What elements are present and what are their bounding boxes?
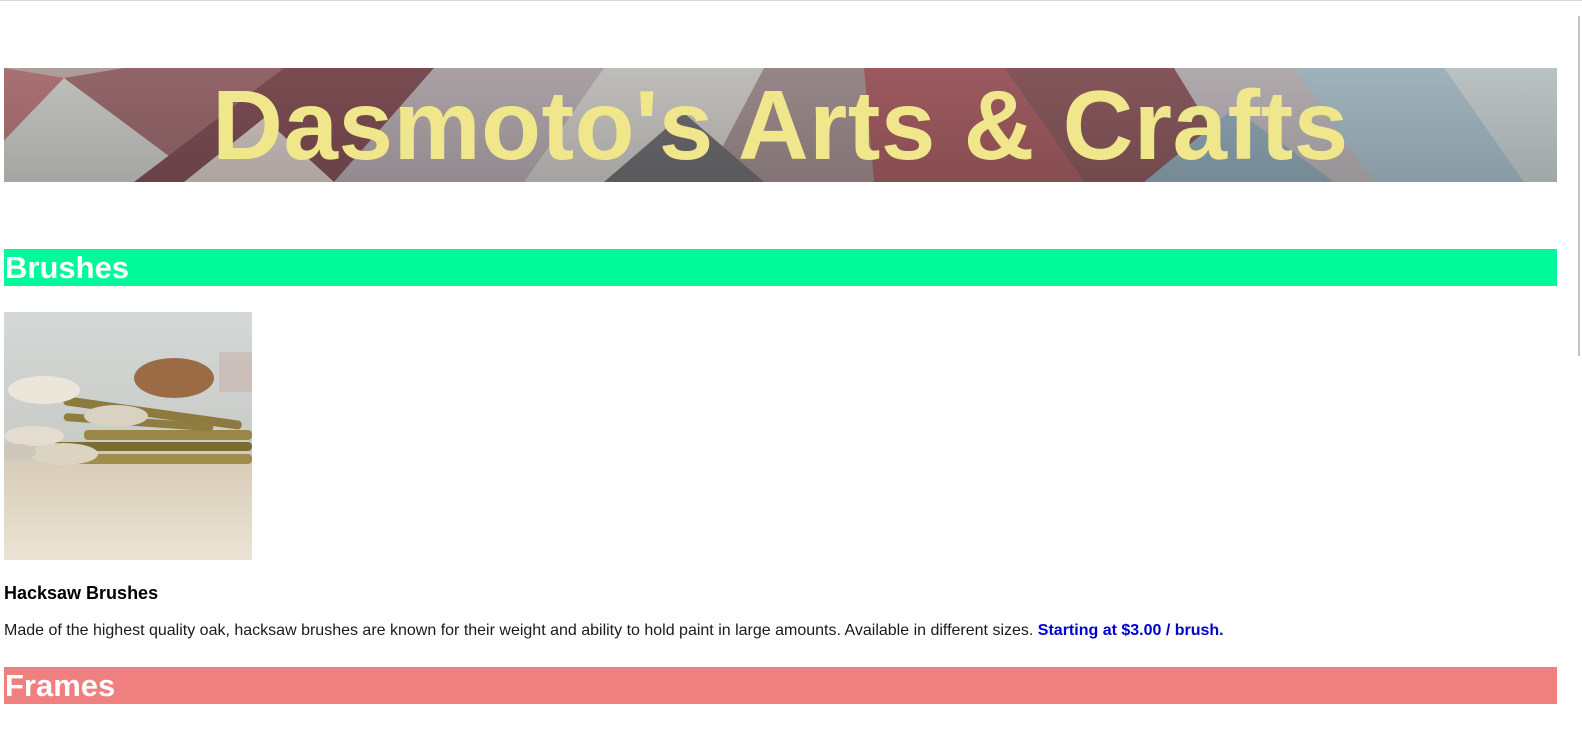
window-top-border — [0, 0, 1582, 1]
product-description: Made of the highest quality oak, hacksaw… — [4, 621, 1504, 641]
section-heading-brushes: Brushes — [4, 249, 1557, 286]
page: Dasmoto's Arts & Crafts Brushes Hacksaw … — [0, 0, 1582, 731]
header-banner: Dasmoto's Arts & Crafts — [4, 68, 1557, 182]
product-price: Starting at $3.00 / brush. — [1037, 622, 1224, 639]
section-heading-frames: Frames — [4, 667, 1557, 704]
scrollbar[interactable] — [1578, 16, 1580, 356]
site-title: Dasmoto's Arts & Crafts — [212, 70, 1349, 180]
product-description-text: Made of the highest quality oak, hacksaw… — [4, 622, 1034, 639]
hacksaw-brushes-photo — [4, 312, 252, 560]
product-name: Hacksaw Brushes — [4, 583, 159, 603]
product-image — [4, 312, 252, 560]
